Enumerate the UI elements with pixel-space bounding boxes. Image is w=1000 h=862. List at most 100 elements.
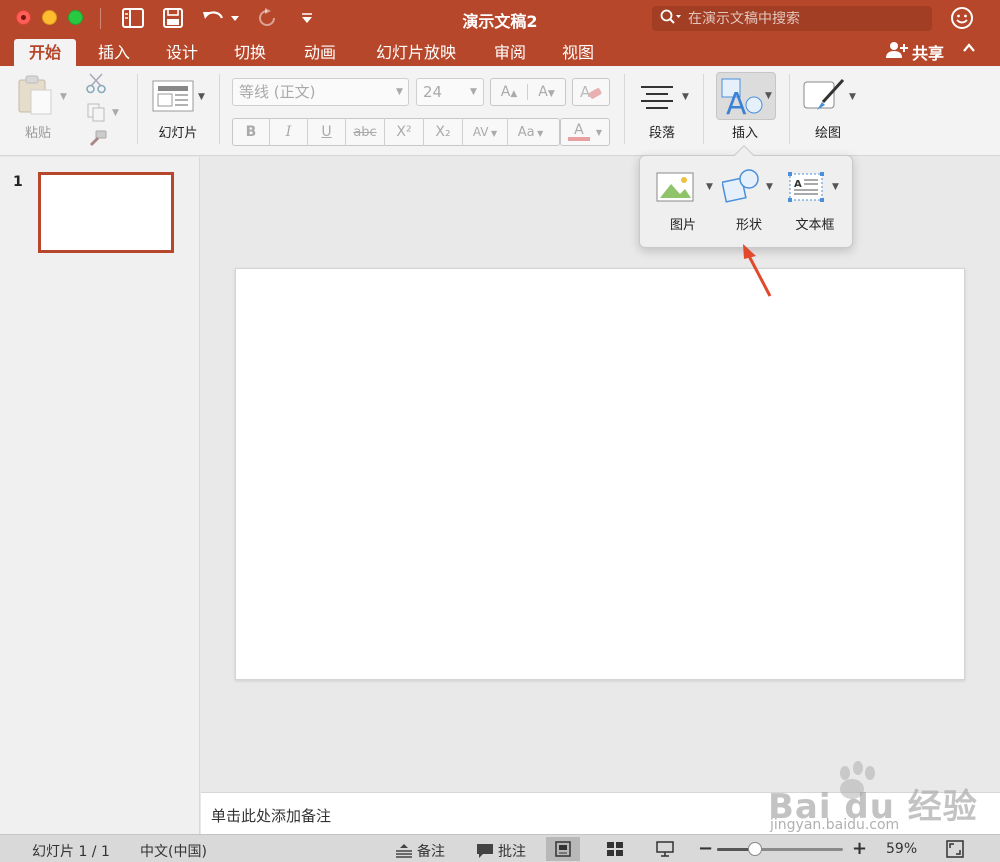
feedback-smiley-icon[interactable] xyxy=(950,6,974,30)
copy-icon[interactable] xyxy=(86,102,106,126)
watermark-url: jingyan.baidu.com xyxy=(770,817,900,833)
slide-thumbnail-pane: 1 xyxy=(0,157,200,834)
paragraph-label: 段落 xyxy=(648,126,675,141)
sidebar-toggle-icon[interactable] xyxy=(120,7,146,29)
window-minimize-button[interactable] xyxy=(42,10,57,25)
zoom-out-button[interactable]: − xyxy=(698,838,713,859)
fit-to-window-icon[interactable] xyxy=(946,840,964,862)
ribbon-divider xyxy=(789,74,790,144)
drawing-dropdown-caret[interactable]: ▼ xyxy=(849,92,856,102)
zoom-in-button[interactable]: + xyxy=(852,838,867,859)
add-person-icon xyxy=(886,41,908,63)
slide-thumbnail[interactable] xyxy=(38,172,174,253)
collapse-ribbon-icon[interactable] xyxy=(962,40,976,59)
font-color-button[interactable]: A ▼ xyxy=(560,118,610,146)
insert-label: 插入 xyxy=(731,126,758,141)
svg-text:A: A xyxy=(726,87,747,117)
superscript-button[interactable]: X² xyxy=(385,124,423,140)
zoom-slider-knob[interactable] xyxy=(747,842,762,856)
tab-insert[interactable]: 插入 xyxy=(88,39,140,66)
font-name-field[interactable]: 等线 (正文) xyxy=(232,78,409,106)
notes-placeholder: 单击此处添加备注 xyxy=(211,807,332,825)
copy-dropdown-caret[interactable]: ▼ xyxy=(112,108,119,118)
spacing-glyph: AV xyxy=(472,125,489,139)
subscript-button[interactable]: X₂ xyxy=(424,124,462,140)
zoom-level[interactable]: 59% xyxy=(886,841,917,857)
insert-button[interactable]: A ▼ xyxy=(716,72,776,120)
change-case-button[interactable]: Aa ▼ xyxy=(508,125,553,140)
grow-font-glyph: A xyxy=(500,84,511,100)
presenter-screen-icon xyxy=(656,841,674,857)
format-buttons-row: B I U abc X² X₂ AV ▼ Aa ▼ xyxy=(232,118,560,146)
paragraph-icon[interactable] xyxy=(640,84,674,114)
slide-label: 幻灯片 xyxy=(158,126,198,141)
decrease-font-size-button[interactable]: A▼ xyxy=(528,84,565,100)
textbox-icon: A xyxy=(788,172,824,202)
insert-popover: ▼ 图片 ▼ 形状 A ▼ 文本框 xyxy=(639,155,853,248)
normal-view-button[interactable] xyxy=(546,837,580,861)
clear-formatting-button[interactable]: A xyxy=(572,78,610,106)
drawing-icon[interactable] xyxy=(803,78,847,118)
annotation-arrow-icon xyxy=(740,244,776,304)
redo-icon[interactable] xyxy=(255,7,279,29)
shapes-icon xyxy=(722,169,759,203)
ribbon-divider xyxy=(703,74,704,144)
slide-canvas[interactable] xyxy=(235,268,965,680)
italic-button[interactable]: I xyxy=(270,124,307,140)
slide-count: 幻灯片 1 / 1 xyxy=(32,844,110,860)
titlebar-divider xyxy=(100,8,101,29)
new-slide-icon[interactable] xyxy=(152,80,194,116)
baidu-watermark: Bai du 经验 jingyan.baidu.com xyxy=(762,755,992,835)
character-spacing-button[interactable]: AV ▼ xyxy=(463,125,507,139)
insert-picture-label: 图片 xyxy=(669,218,696,233)
font-size-dropdown-caret[interactable]: ▼ xyxy=(470,87,477,97)
search-input[interactable] xyxy=(688,10,918,27)
tab-animations[interactable]: 动画 xyxy=(294,39,346,66)
tab-review[interactable]: 审阅 xyxy=(484,39,536,66)
ribbon-divider xyxy=(624,74,625,144)
increase-font-size-button[interactable]: A▲ xyxy=(491,84,529,100)
slideshow-view-button[interactable] xyxy=(648,837,682,861)
insert-textbox-button[interactable]: A ▼ 文本框 xyxy=(782,168,848,238)
tab-home[interactable]: 开始 xyxy=(14,39,76,66)
cut-icon[interactable] xyxy=(86,72,106,98)
window-close-button[interactable] xyxy=(16,10,31,25)
picture-dropdown-caret: ▼ xyxy=(706,182,713,192)
paste-dropdown-caret[interactable]: ▼ xyxy=(60,92,67,102)
underline-button[interactable]: U xyxy=(308,124,345,140)
search-box[interactable] xyxy=(652,6,932,31)
font-size-buttons: A▲ A▼ xyxy=(490,78,566,106)
insert-shapes-button[interactable]: ▼ 形状 xyxy=(716,168,782,238)
window-maximize-button[interactable] xyxy=(68,10,83,25)
notes-toggle-button[interactable]: 备注 xyxy=(395,841,445,861)
tab-slideshow[interactable]: 幻灯片放映 xyxy=(364,39,468,66)
comments-button[interactable]: 批注 xyxy=(476,841,526,861)
svg-text:A: A xyxy=(580,83,591,101)
tab-view[interactable]: 视图 xyxy=(552,39,604,66)
slide-sorter-view-button[interactable] xyxy=(598,837,632,861)
tab-design[interactable]: 设计 xyxy=(156,39,208,66)
paste-icon[interactable] xyxy=(15,74,55,120)
bold-button[interactable]: B xyxy=(233,124,269,140)
insert-picture-button[interactable]: ▼ 图片 xyxy=(650,168,716,238)
strikethrough-button[interactable]: abc xyxy=(346,125,384,140)
slide-number: 1 xyxy=(13,174,23,190)
insert-shapes-label: 形状 xyxy=(735,218,762,233)
undo-icon[interactable] xyxy=(200,7,240,29)
format-painter-icon[interactable] xyxy=(86,130,108,152)
shapes-dropdown-caret: ▼ xyxy=(766,182,773,192)
font-name-dropdown-caret[interactable]: ▼ xyxy=(396,87,403,97)
normal-view-icon xyxy=(555,841,571,857)
ribbon: ▼ 粘贴 ▼ ▼ 幻灯片 等线 (正文) ▼ 24 ▼ A▲ A▼ A B I … xyxy=(0,66,1000,156)
tab-transitions[interactable]: 切换 xyxy=(224,39,276,66)
share-button[interactable]: 共享 xyxy=(886,40,944,64)
customize-toolbar-icon[interactable] xyxy=(298,7,316,29)
save-icon[interactable] xyxy=(160,7,186,29)
search-icon xyxy=(660,9,682,29)
ribbon-divider xyxy=(137,74,138,144)
font-color-glyph: A xyxy=(574,122,584,138)
language-indicator[interactable]: 中文(中国) xyxy=(140,841,207,861)
new-slide-dropdown-caret[interactable]: ▼ xyxy=(198,92,205,102)
paragraph-dropdown-caret[interactable]: ▼ xyxy=(682,92,689,102)
textbox-dropdown-caret: ▼ xyxy=(832,182,839,192)
